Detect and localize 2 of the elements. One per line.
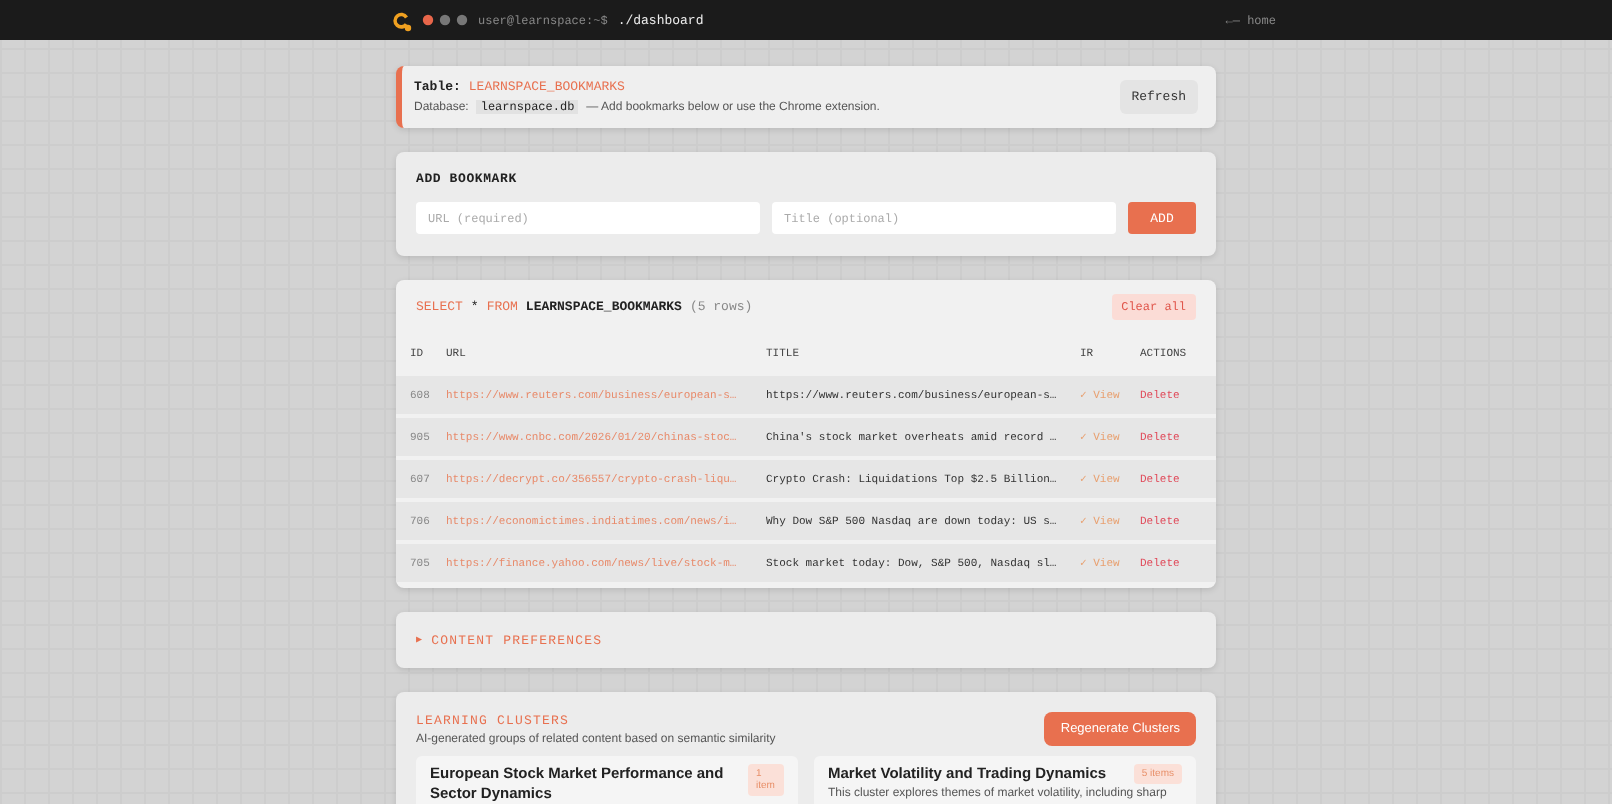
logo-icon <box>390 9 412 31</box>
window-dots-icon <box>422 14 468 26</box>
